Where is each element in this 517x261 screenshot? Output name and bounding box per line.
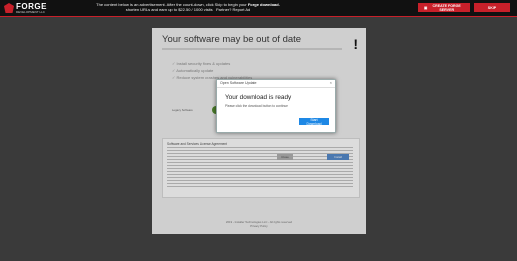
divider [0,16,517,17]
skip-button[interactable]: SKIP [474,3,510,12]
page-footer: 2019 - Installer Technologies LLC - All … [152,220,366,228]
close-button[interactable]: Close [277,154,293,160]
close-icon[interactable]: × [330,80,332,85]
modal-text: Please click the download button to cont… [225,104,288,108]
create-forge-server-label: CREATE FORGE SERVER [432,3,461,12]
logo-sub-text: DEVELOPMENT LLC [16,9,45,14]
modal-title: Open Software Update [220,81,257,85]
modal-heading: Your download is ready [225,94,292,101]
ad-notice-bold: Forge download. [247,2,280,7]
create-forge-server-button[interactable]: ▣ CREATE FORGE SERVER [418,3,470,12]
feature-list: Install security fixes & updates Automat… [172,60,252,81]
page-title: Your software may be out of date [162,34,302,45]
forge-logo[interactable]: FORGE DEVELOPMENT LLC [4,1,47,15]
license-title: Software and Services License Agreement [167,142,228,146]
ad-notice: The content below is an advertisement. A… [68,2,308,12]
ad-notice-line2: shorten URLs and earn up to $22.50 / 100… [125,7,213,12]
ad-top-bar: FORGE DEVELOPMENT LLC The content below … [0,0,517,16]
legacy-software-label: Legacy Software [172,108,193,112]
license-text [167,147,353,189]
server-icon: ▣ [424,5,428,10]
feature-item: Install security fixes & updates [172,60,252,67]
anvil-icon [4,3,14,13]
download-modal: Open Software Update × Your download is … [216,79,336,133]
install-button[interactable]: Install [327,154,349,160]
start-download-button[interactable]: Start Download [299,118,329,126]
privacy-policy-link[interactable]: Privacy Policy [152,224,366,228]
skip-label: SKIP [487,5,497,10]
warning-icon: ! [353,36,358,52]
page-subtitle-bar [162,48,342,50]
feature-item: Automatically update [172,67,252,74]
report-ad-link[interactable]: Partner? Report Ad [216,7,250,12]
modal-divider [217,87,335,88]
license-agreement-box[interactable]: Software and Services License Agreement [162,138,360,198]
